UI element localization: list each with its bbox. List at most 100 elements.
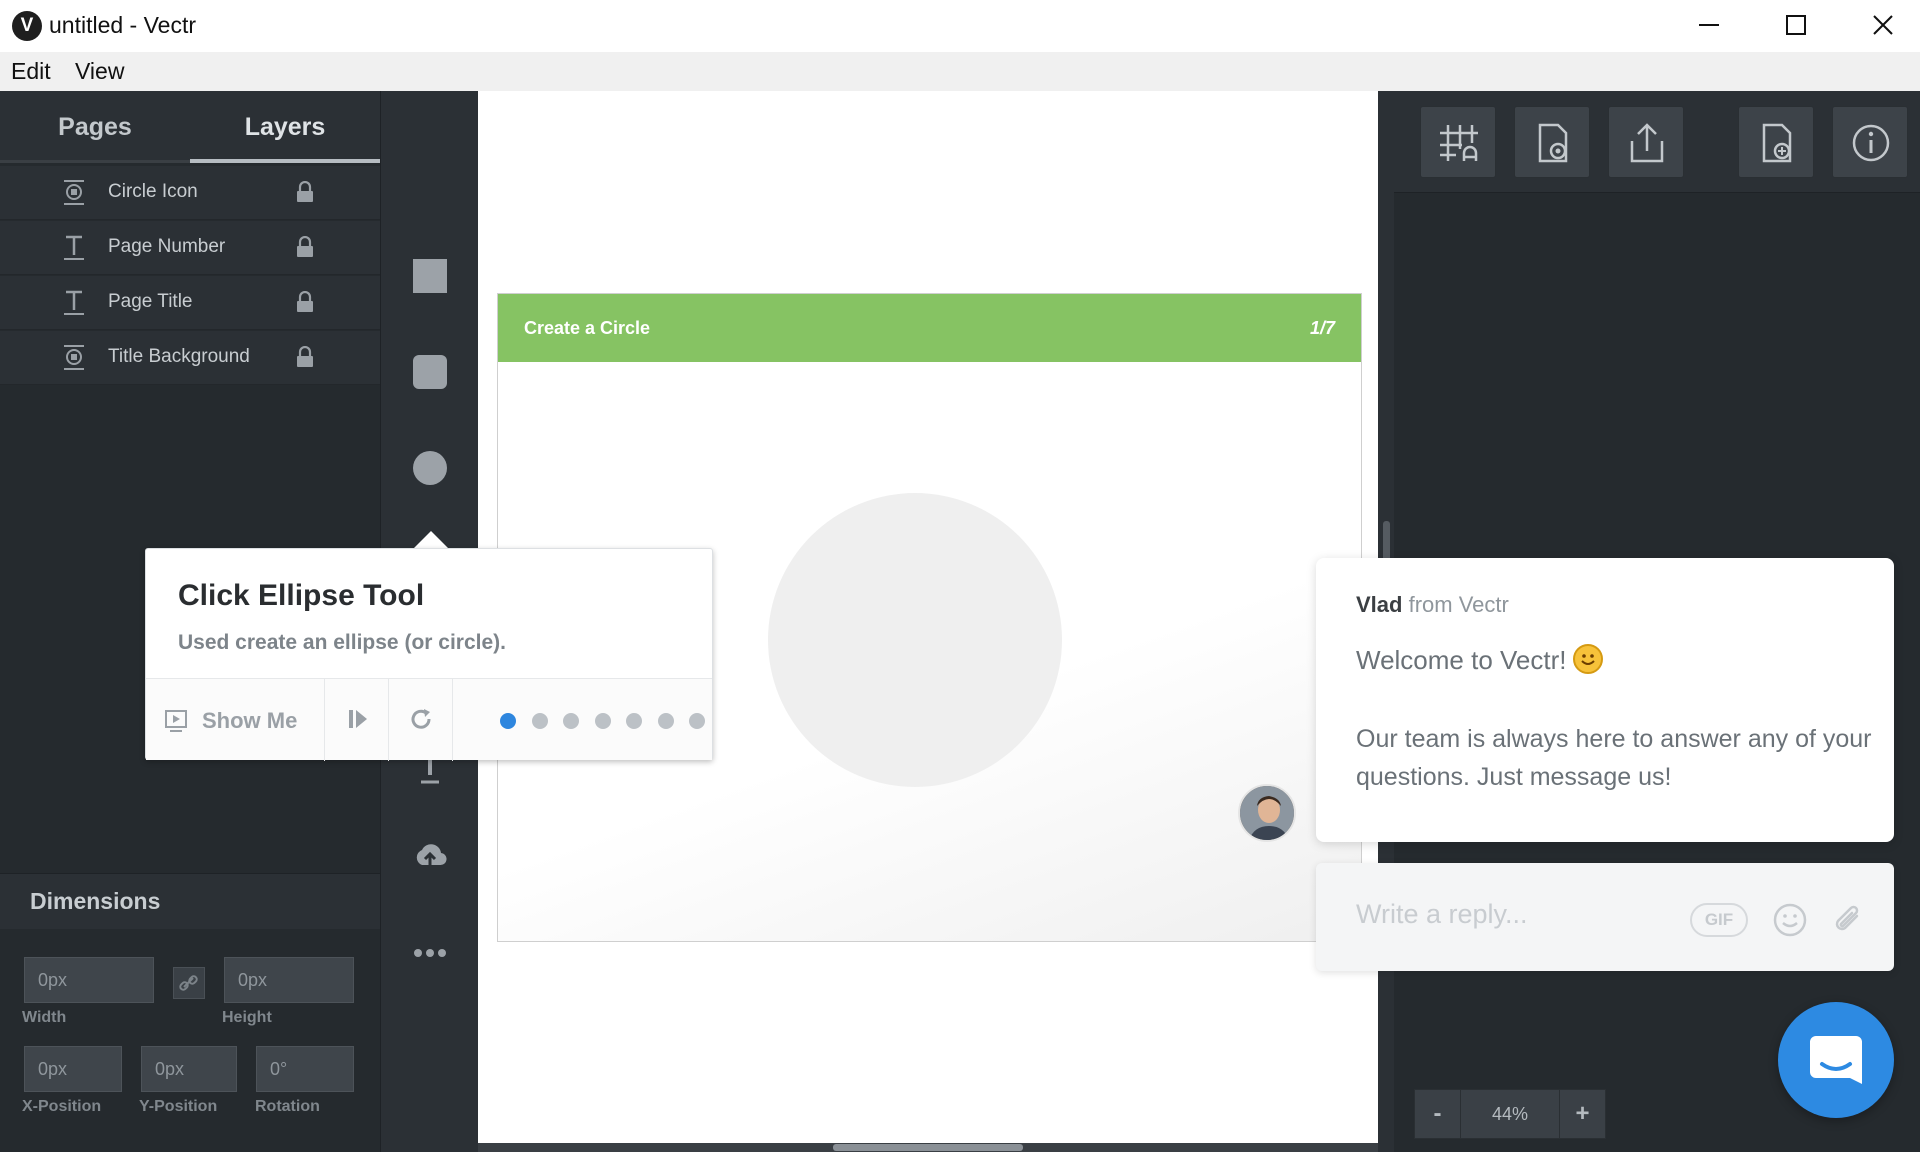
step-dot[interactable] — [500, 713, 516, 729]
zoom-control: - 44% + — [1414, 1089, 1606, 1139]
export-icon — [1630, 123, 1664, 163]
tab-layers[interactable]: Layers — [190, 91, 380, 163]
smiley-emoji-icon — [1572, 644, 1603, 674]
group-icon — [64, 345, 84, 370]
panel-tabs: Pages Layers — [0, 91, 380, 163]
snap-grid-button[interactable] — [1420, 106, 1496, 178]
attachment-icon[interactable] — [1830, 902, 1866, 938]
upload-icon[interactable] — [413, 839, 447, 873]
maximize-icon — [1786, 15, 1806, 35]
chat-message-bubble: Vlad from Vectr Welcome to Vectr! Our te… — [1316, 558, 1894, 842]
page-settings-button[interactable] — [1514, 106, 1590, 178]
zoom-level: 44% — [1460, 1090, 1560, 1138]
chat-greeting-text: Welcome to Vectr! — [1356, 645, 1567, 675]
menu-view[interactable]: View — [75, 58, 124, 85]
menu-edit[interactable]: Edit — [11, 58, 51, 85]
grid-snap-icon — [1440, 125, 1478, 161]
horizontal-scroll-thumb[interactable] — [833, 1144, 1023, 1151]
layer-row-page-number[interactable]: Page Number — [0, 221, 380, 275]
chat-sender-org: from Vectr — [1408, 592, 1509, 617]
rotation-field[interactable]: 0° — [256, 1046, 354, 1092]
rectangle-tool-icon[interactable] — [413, 259, 447, 293]
window-title: untitled - Vectr — [49, 12, 197, 38]
emoji-picker-icon[interactable] — [1772, 902, 1808, 938]
lock-icon[interactable] — [295, 291, 315, 313]
right-toolbar — [1394, 91, 1920, 193]
add-page-icon — [1762, 123, 1792, 163]
tooltip-divider — [388, 679, 389, 761]
text-icon — [64, 235, 84, 260]
tooltip-subtitle: Used create an ellipse (or circle). — [178, 631, 506, 654]
step-dot[interactable] — [657, 713, 674, 729]
group-icon — [64, 180, 84, 205]
minimize-button[interactable] — [1666, 0, 1752, 50]
width-field[interactable]: 0px — [24, 957, 154, 1003]
chat-sender-name: Vlad — [1356, 592, 1403, 617]
tooltip-divider — [324, 679, 325, 761]
show-me-label: Show Me — [202, 708, 298, 733]
rotation-label: Rotation — [255, 1098, 320, 1115]
x-position-field[interactable]: 0px — [24, 1046, 122, 1092]
link-dimensions-button[interactable] — [173, 967, 205, 999]
link-icon — [179, 975, 198, 991]
info-button[interactable] — [1832, 106, 1908, 178]
skip-step-icon[interactable] — [346, 707, 370, 731]
zoom-in-button[interactable]: + — [1560, 1090, 1605, 1138]
step-dot[interactable] — [563, 713, 579, 729]
more-icon[interactable] — [413, 936, 447, 970]
tab-pages[interactable]: Pages — [0, 91, 190, 163]
zoom-out-button[interactable]: - — [1415, 1090, 1460, 1138]
step-dot[interactable] — [594, 713, 611, 729]
minimize-icon — [1699, 24, 1719, 26]
tooltip-arrow — [414, 531, 448, 548]
text-icon — [64, 290, 84, 315]
chat-reply-box[interactable]: Write a reply... GIF — [1316, 863, 1894, 971]
dimensions-header: Dimensions — [0, 873, 380, 929]
chat-greeting: Welcome to Vectr! — [1356, 644, 1603, 676]
height-field[interactable]: 0px — [224, 957, 354, 1003]
chat-icon — [1810, 1036, 1862, 1084]
circle-shape[interactable] — [768, 493, 1062, 787]
maximize-button[interactable] — [1753, 0, 1839, 50]
width-label: Width — [22, 1009, 67, 1026]
layer-label: Page Number — [108, 236, 226, 257]
page-number[interactable]: 1/7 — [1310, 318, 1335, 339]
info-icon — [1852, 124, 1890, 162]
tutorial-tooltip: Click Ellipse Tool Used create an ellips… — [145, 548, 713, 761]
layer-label: Title Background — [108, 346, 250, 367]
avatar[interactable] — [1238, 784, 1296, 842]
layer-label: Page Title — [108, 291, 193, 312]
layer-row-circle-icon[interactable]: Circle Icon — [0, 166, 380, 220]
step-dot[interactable] — [626, 713, 642, 729]
layer-row-page-title[interactable]: Page Title — [0, 276, 380, 330]
add-page-button[interactable] — [1738, 106, 1814, 178]
gif-button[interactable]: GIF — [1690, 903, 1748, 937]
menu-bar: Edit View — [0, 52, 1920, 91]
layer-row-title-background[interactable]: Title Background — [0, 331, 380, 385]
ellipse-tool-icon[interactable] — [413, 451, 447, 485]
close-button[interactable] — [1840, 0, 1920, 50]
chat-message: Our team is always here to answer any of… — [1356, 725, 1872, 791]
layer-label: Circle Icon — [108, 181, 198, 202]
reply-input[interactable]: Write a reply... — [1356, 899, 1528, 930]
rounded-rectangle-tool-icon[interactable] — [413, 355, 447, 389]
page-title[interactable]: Create a Circle — [524, 318, 650, 339]
lock-icon[interactable] — [295, 236, 315, 258]
y-position-field[interactable]: 0px — [141, 1046, 237, 1092]
chat-launcher-button[interactable] — [1778, 1002, 1894, 1118]
tooltip-divider — [452, 679, 453, 761]
horizontal-scrollbar[interactable] — [478, 1143, 1378, 1152]
export-button[interactable] — [1608, 106, 1684, 178]
play-screen-icon — [165, 710, 187, 732]
lock-icon[interactable] — [295, 346, 315, 368]
x-position-label: X-Position — [22, 1098, 102, 1115]
lock-icon[interactable] — [295, 181, 315, 203]
tooltip-footer: Show Me — [146, 678, 712, 761]
step-dot[interactable] — [689, 713, 705, 729]
close-icon — [1873, 15, 1893, 35]
title-background[interactable]: Create a Circle 1/7 — [498, 294, 1361, 362]
height-label: Height — [222, 1009, 272, 1026]
restart-icon[interactable] — [408, 706, 434, 732]
step-dot[interactable] — [531, 713, 548, 729]
chat-sender: Vlad from Vectr — [1356, 592, 1509, 618]
